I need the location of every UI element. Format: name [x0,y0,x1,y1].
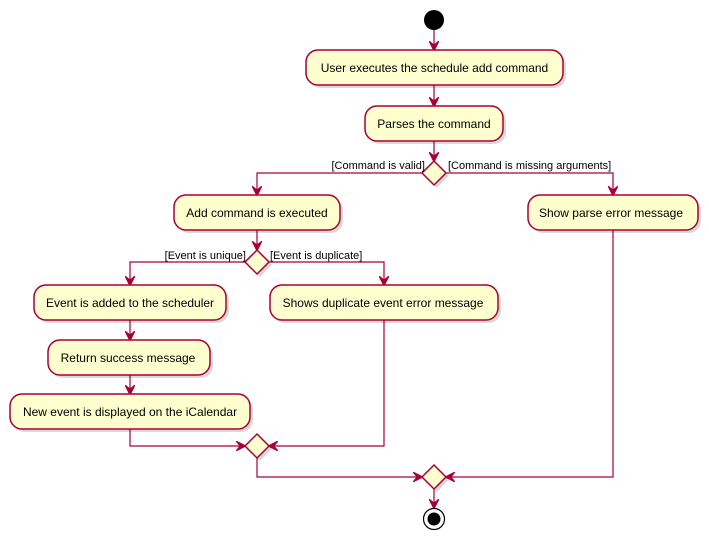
activity-diagram: User executes the schedule add command P… [9,10,701,531]
activity-duplicate-error: Shows duplicate event error message [269,284,501,323]
activity-label: New event is displayed on the iCalendar [23,405,237,419]
activity-new-event-displayed: New event is displayed on the iCalendar [9,393,253,432]
guard-command-missing: [Command is missing arguments] [448,160,611,172]
activity-add-executed: Add command is executed [173,194,343,233]
edge-valid [257,172,422,195]
activity-parses: Parses the command [364,105,506,144]
edge [256,458,422,477]
merge-event [243,432,272,461]
activity-label: Shows duplicate event error message [283,296,484,310]
activity-label: Add command is executed [186,206,327,220]
edges [130,30,613,508]
guard-event-duplicate: [Event is duplicate] [270,250,362,262]
edge-duplicate [269,261,384,285]
guard-event-unique: [Event is unique] [165,250,246,262]
activity-label: User executes the schedule add command [321,61,548,75]
activity-label: Show parse error message [539,206,683,220]
start-node [424,10,444,30]
edge [269,320,385,446]
decision-event-unique [243,248,272,277]
edge-missing [446,172,613,195]
activity-return-success: Return success message [47,339,213,378]
guard-command-valid: [Command is valid] [331,160,425,172]
activity-user-executes: User executes the schedule add command [305,49,566,88]
activity-label: Event is added to the scheduler [46,296,214,310]
end-node [422,507,446,531]
edge-unique [130,261,245,285]
activity-label: Return success message [61,351,196,365]
decision-command-valid [420,159,449,188]
activity-parse-error: Show parse error message [527,194,701,233]
edge [446,230,614,477]
merge-command [420,463,449,492]
activity-event-added: Event is added to the scheduler [33,284,229,323]
activity-label: Parses the command [377,117,490,131]
